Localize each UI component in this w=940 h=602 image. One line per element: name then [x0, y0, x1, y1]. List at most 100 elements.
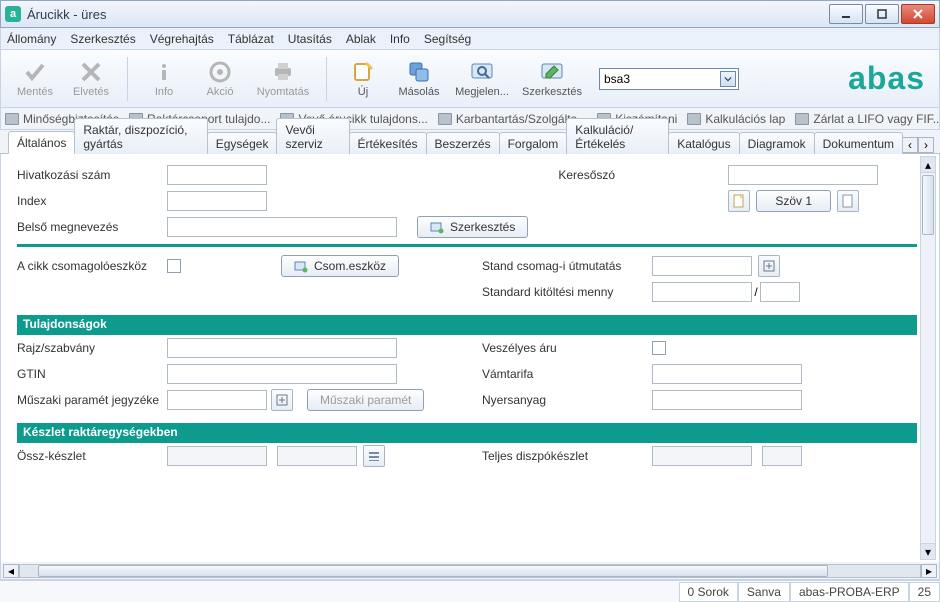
maximize-button[interactable]: [865, 4, 899, 24]
slash: /: [752, 285, 760, 299]
search-combo[interactable]: bsa3: [599, 68, 739, 90]
scroll-up-icon[interactable]: ▴: [921, 157, 935, 173]
h-scroll-thumb[interactable]: [38, 565, 828, 577]
field-total-dispo: [652, 446, 752, 466]
field-std-fill-1[interactable]: [652, 282, 752, 302]
label-search: Keresőszó: [558, 168, 728, 182]
scroll-left-icon[interactable]: ◂: [3, 564, 19, 578]
x-icon: [79, 60, 103, 84]
label-inner-name: Belső megnevezés: [17, 220, 167, 234]
doc-button[interactable]: [837, 190, 859, 212]
field-stand-pack[interactable]: [652, 256, 752, 276]
tab-scroll-right[interactable]: ›: [918, 137, 934, 153]
field-total-stock: [167, 446, 267, 466]
edit-name-button[interactable]: Szerkesztés: [417, 216, 528, 238]
label-ref: Hivatkozási szám: [17, 168, 167, 182]
checkbox-pack-tool[interactable]: [167, 259, 181, 273]
lookup-stand-pack[interactable]: [758, 255, 780, 277]
link-calc-sheet[interactable]: Kalkulációs lap: [687, 112, 785, 126]
field-gtin[interactable]: [167, 364, 397, 384]
discard-button[interactable]: Elvetés: [63, 53, 119, 105]
label-std-fill: Standard kitöltési menny: [482, 285, 652, 299]
form-area: ▴ ▾ Hivatkozási szám Index Belső megneve…: [0, 154, 940, 562]
menu-szerkesztes[interactable]: Szerkesztés: [70, 32, 135, 46]
brand-logo: abas: [848, 60, 933, 97]
section-stock: Készlet raktáregységekben: [17, 423, 917, 443]
label-total-stock: Össz-készlet: [17, 449, 167, 463]
field-total-stock-unit: [277, 446, 357, 466]
doc-new-button[interactable]: [728, 190, 750, 212]
menu-allomany[interactable]: Állomány: [7, 32, 56, 46]
menu-vegrehajtas[interactable]: Végrehajtás: [150, 32, 214, 46]
tabstrip: Általános Raktár, diszpozíció, gyártás E…: [0, 130, 940, 154]
menu-segitseg[interactable]: Segítség: [424, 32, 471, 46]
tab-warehouse[interactable]: Raktár, diszpozíció, gyártás: [74, 118, 207, 154]
tab-diagrams[interactable]: Diagramok: [739, 132, 815, 154]
info-button[interactable]: Info: [136, 53, 192, 105]
menu-ablak[interactable]: Ablak: [346, 32, 376, 46]
scroll-track[interactable]: [19, 564, 921, 578]
new-button[interactable]: Új: [335, 53, 391, 105]
tab-general[interactable]: Általános: [8, 131, 75, 154]
tab-document[interactable]: Dokumentum: [814, 132, 903, 154]
field-search[interactable]: [728, 165, 878, 185]
scroll-down-icon[interactable]: ▾: [921, 543, 935, 559]
print-button[interactable]: Nyomtatás: [248, 53, 318, 105]
chevron-down-icon[interactable]: [720, 71, 736, 87]
copy-button[interactable]: Másolás: [391, 53, 447, 105]
status-num: 25: [909, 582, 940, 602]
label-draw: Rajz/szabvány: [17, 341, 167, 355]
pack-tool-button[interactable]: Csom.eszköz: [281, 255, 399, 277]
menu-info[interactable]: Info: [390, 32, 410, 46]
field-total-dispo-unit: [762, 446, 802, 466]
tab-sales[interactable]: Értékesítés: [349, 132, 427, 154]
status-user: Sanva: [738, 582, 790, 602]
edit-button[interactable]: Szerkesztés: [517, 53, 587, 105]
statusbar: 0 Sorok Sanva abas-PROBA-ERP 25: [0, 580, 940, 602]
tab-scroll-left[interactable]: ‹: [902, 137, 918, 153]
tab-calculation[interactable]: Kalkuláció/Értékelés: [566, 118, 669, 154]
field-draw[interactable]: [167, 338, 397, 358]
show-button[interactable]: Megjelen...: [447, 53, 517, 105]
field-std-fill-2[interactable]: [760, 282, 800, 302]
tech-param-button[interactable]: Műszaki paramét: [307, 389, 424, 411]
titlebar: a Árucikk - üres: [0, 0, 940, 28]
new-icon: [351, 60, 375, 84]
link-lifo[interactable]: Zárlat a LIFO vagy FIF...: [795, 112, 940, 126]
minimize-button[interactable]: [829, 4, 863, 24]
action-button[interactable]: Akció: [192, 53, 248, 105]
horizontal-scrollbar[interactable]: ◂ ▸: [0, 562, 940, 580]
tab-units[interactable]: Egységek: [207, 132, 278, 154]
tab-traffic[interactable]: Forgalom: [499, 132, 568, 154]
vertical-scrollbar[interactable]: ▴ ▾: [920, 156, 936, 560]
field-tariff[interactable]: [652, 364, 802, 384]
pencil-icon: [540, 60, 564, 84]
field-ref[interactable]: [167, 165, 267, 185]
tab-customer-service[interactable]: Vevői szerviz: [276, 118, 349, 154]
status-rows: 0 Sorok: [679, 582, 738, 602]
field-index[interactable]: [167, 191, 267, 211]
magnifier-icon: [470, 60, 494, 84]
checkbox-hazard[interactable]: [652, 341, 666, 355]
label-tariff: Vámtarifa: [482, 367, 652, 381]
info-icon: [152, 60, 176, 84]
field-raw[interactable]: [652, 390, 802, 410]
tab-purchase[interactable]: Beszerzés: [426, 132, 500, 154]
szov1-button[interactable]: Szöv 1: [756, 190, 831, 212]
scroll-thumb[interactable]: [922, 175, 934, 235]
save-button[interactable]: Mentés: [7, 53, 63, 105]
close-button[interactable]: [901, 4, 935, 24]
lookup-tech-param[interactable]: [271, 389, 293, 411]
scroll-right-icon[interactable]: ▸: [921, 564, 937, 578]
combo-value: bsa3: [604, 72, 630, 86]
link-maintenance[interactable]: Karbantartás/Szolgálta...: [438, 112, 587, 126]
stock-detail-button[interactable]: [363, 445, 385, 467]
menu-tablazat[interactable]: Táblázat: [228, 32, 274, 46]
app-icon: a: [5, 6, 21, 22]
field-inner-name[interactable]: [167, 217, 397, 237]
label-stand-pack: Stand csomag-i útmutatás: [482, 259, 652, 273]
field-tech-param[interactable]: [167, 390, 267, 410]
label-total-dispo: Teljes diszpókészlet: [482, 449, 652, 463]
tab-catalog[interactable]: Katalógus: [668, 132, 739, 154]
menu-utasitas[interactable]: Utasítás: [288, 32, 332, 46]
